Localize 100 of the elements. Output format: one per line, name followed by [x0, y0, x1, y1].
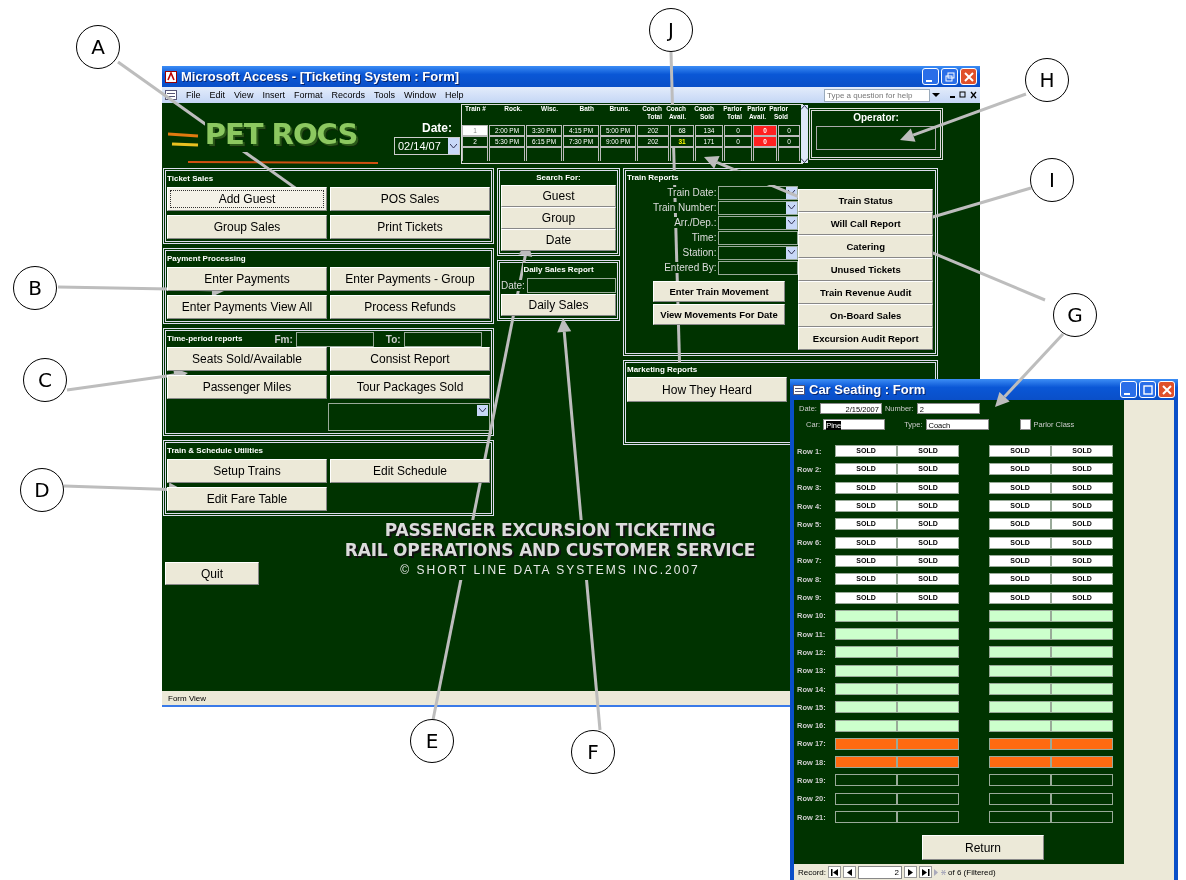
- menu-item[interactable]: Format: [293, 90, 323, 100]
- report-button[interactable]: How They Heard: [627, 377, 787, 402]
- report-button[interactable]: Excursion Audit Report: [798, 327, 933, 350]
- from-field[interactable]: [295, 331, 374, 347]
- seat-cell[interactable]: [835, 811, 897, 824]
- menu-item[interactable]: Edit: [209, 90, 226, 100]
- window-controls-icon[interactable]: [949, 91, 977, 99]
- command-button[interactable]: Seats Sold/Available: [167, 347, 327, 371]
- report-button[interactable]: Catering: [798, 235, 933, 258]
- command-button[interactable]: POS Sales: [330, 187, 490, 211]
- command-button[interactable]: Tour Packages Sold: [330, 375, 490, 399]
- seat-cell[interactable]: [897, 756, 959, 769]
- date-field[interactable]: [526, 278, 616, 293]
- seat-cell[interactable]: [1051, 701, 1113, 714]
- dropdown-caret-icon[interactable]: [788, 205, 796, 210]
- input-field[interactable]: [718, 215, 799, 230]
- command-button[interactable]: Edit Fare Table: [167, 487, 327, 511]
- seat-cell[interactable]: [1051, 774, 1113, 787]
- previous-record-button[interactable]: [843, 866, 856, 878]
- seat-cell[interactable]: [897, 701, 959, 714]
- parlor-class-checkbox[interactable]: [1019, 419, 1031, 430]
- seat-cell[interactable]: [1051, 628, 1113, 641]
- seat-cell[interactable]: [897, 774, 959, 787]
- dropdown-caret-icon[interactable]: [450, 143, 457, 149]
- seat-cell[interactable]: [989, 701, 1051, 714]
- menu-item[interactable]: View: [234, 90, 254, 100]
- report-button[interactable]: Train Status: [798, 189, 933, 212]
- seat-cell[interactable]: [989, 646, 1051, 659]
- scrollbar[interactable]: [801, 105, 808, 163]
- search-button[interactable]: Date: [501, 229, 616, 251]
- restore-button[interactable]: [941, 68, 958, 85]
- seat-cell[interactable]: [897, 792, 959, 805]
- seat-cell[interactable]: [835, 683, 897, 695]
- seat-cell[interactable]: [989, 683, 1051, 695]
- seat-cell[interactable]: [835, 756, 897, 769]
- seat-cell[interactable]: [1051, 609, 1113, 622]
- input-field[interactable]: [718, 185, 799, 200]
- close-button[interactable]: [1158, 381, 1175, 398]
- menu-item[interactable]: Insert: [262, 90, 285, 100]
- daily-sales-button[interactable]: Daily Sales: [501, 294, 616, 316]
- command-button[interactable]: Enter Train Movement: [653, 281, 785, 302]
- menu-item[interactable]: Help: [444, 90, 464, 100]
- command-button[interactable]: Group Sales: [167, 215, 327, 239]
- dropdown-caret-icon[interactable]: [932, 91, 940, 99]
- search-button[interactable]: Group: [501, 207, 616, 229]
- seat-cell[interactable]: [1051, 664, 1113, 677]
- report-button[interactable]: On-Board Sales: [798, 304, 933, 327]
- dropdown-caret-icon[interactable]: [788, 250, 796, 255]
- seat-cell[interactable]: [897, 719, 959, 732]
- report-button[interactable]: Will Call Report: [798, 212, 933, 235]
- seat-cell[interactable]: [989, 737, 1051, 750]
- seat-cell[interactable]: [1051, 683, 1113, 695]
- input-field[interactable]: [718, 230, 799, 245]
- report-button[interactable]: Unused Tickets: [798, 258, 933, 281]
- seat-cell[interactable]: [897, 683, 959, 695]
- scroll-up-icon[interactable]: [801, 105, 808, 110]
- seat-cell[interactable]: [897, 646, 959, 659]
- dropdown-caret-icon[interactable]: [788, 220, 796, 225]
- seat-cell[interactable]: [897, 628, 959, 641]
- seat-cell[interactable]: [835, 646, 897, 659]
- seat-cell[interactable]: [989, 664, 1051, 677]
- record-number-field[interactable]: 2: [858, 865, 902, 879]
- seat-cell[interactable]: [989, 609, 1051, 622]
- minimize-button[interactable]: [922, 68, 939, 85]
- seat-cell[interactable]: [897, 811, 959, 824]
- command-button[interactable]: Add Guest: [167, 187, 327, 211]
- seat-cell[interactable]: [835, 792, 897, 805]
- to-field[interactable]: [403, 331, 482, 347]
- input-field[interactable]: [718, 245, 799, 260]
- command-button[interactable]: Enter Payments: [167, 267, 327, 291]
- menu-item[interactable]: Window: [403, 90, 436, 100]
- return-button[interactable]: Return: [922, 835, 1044, 861]
- operator-field[interactable]: [816, 126, 936, 150]
- seat-cell[interactable]: [1051, 811, 1113, 824]
- next-record-button[interactable]: [904, 866, 917, 878]
- command-button[interactable]: Consist Report: [330, 347, 490, 371]
- seat-cell[interactable]: [897, 664, 959, 677]
- input-field[interactable]: [718, 200, 799, 215]
- command-button[interactable]: Passenger Miles: [167, 375, 327, 399]
- seat-cell[interactable]: [897, 609, 959, 622]
- seat-cell[interactable]: [1051, 737, 1113, 750]
- minimize-button[interactable]: [1120, 381, 1137, 398]
- menu-item[interactable]: Tools: [373, 90, 395, 100]
- seat-cell[interactable]: [835, 628, 897, 641]
- seat-cell[interactable]: [835, 737, 897, 750]
- seat-cell[interactable]: [989, 774, 1051, 787]
- seat-cell[interactable]: [835, 664, 897, 677]
- report-button[interactable]: Train Revenue Audit: [798, 281, 933, 304]
- first-record-button[interactable]: [828, 866, 841, 878]
- close-button[interactable]: [960, 68, 977, 85]
- menu-item[interactable]: File: [186, 90, 201, 100]
- seat-cell[interactable]: [989, 792, 1051, 805]
- command-button[interactable]: Process Refunds: [330, 295, 490, 319]
- help-search-field[interactable]: Type a question for help: [824, 88, 930, 102]
- dropdown-field[interactable]: [328, 403, 490, 431]
- last-record-button[interactable]: [919, 866, 932, 878]
- seat-cell[interactable]: [1051, 792, 1113, 805]
- input-field[interactable]: [718, 260, 799, 275]
- seat-cell[interactable]: [1051, 756, 1113, 769]
- command-button[interactable]: Edit Schedule: [330, 459, 490, 483]
